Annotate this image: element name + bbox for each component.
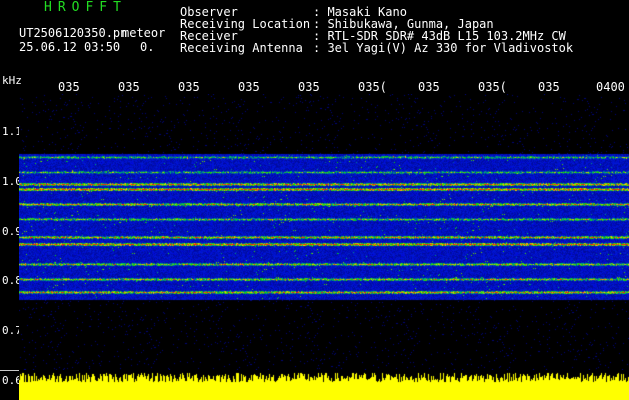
spectrogram-canvas: [19, 94, 629, 370]
status-value: 0.: [140, 40, 155, 54]
x-tick-6: 035(: [358, 80, 387, 94]
antenna-value: : 3el Yagi(V) Az 330 for Vladivostok: [313, 41, 574, 55]
x-tick-7: 035: [418, 80, 440, 94]
y-axis-unit: kHz: [2, 74, 22, 87]
x-tick-4: 035: [238, 80, 260, 94]
signal-band-canvas: [19, 370, 629, 400]
x-tick-5: 035: [298, 80, 320, 94]
antenna-label: Receiving Antenna: [180, 41, 303, 55]
filename-label: UT2506120350.pn: [19, 26, 128, 40]
app-logo: HROFFT: [44, 0, 127, 15]
hrofft-screen: HROFFT UT2506120350.pn meteor 25.06.12 0…: [0, 0, 629, 400]
x-tick-8: 035(: [478, 80, 507, 94]
x-tick-10: 0400: [596, 80, 625, 94]
x-tick-1: 035: [58, 80, 80, 94]
x-tick-9: 035: [538, 80, 560, 94]
mode-label: meteor: [122, 26, 166, 40]
x-tick-2: 035: [118, 80, 140, 94]
datetime-label: 25.06.12 03:50: [19, 40, 121, 54]
x-tick-3: 035: [178, 80, 200, 94]
